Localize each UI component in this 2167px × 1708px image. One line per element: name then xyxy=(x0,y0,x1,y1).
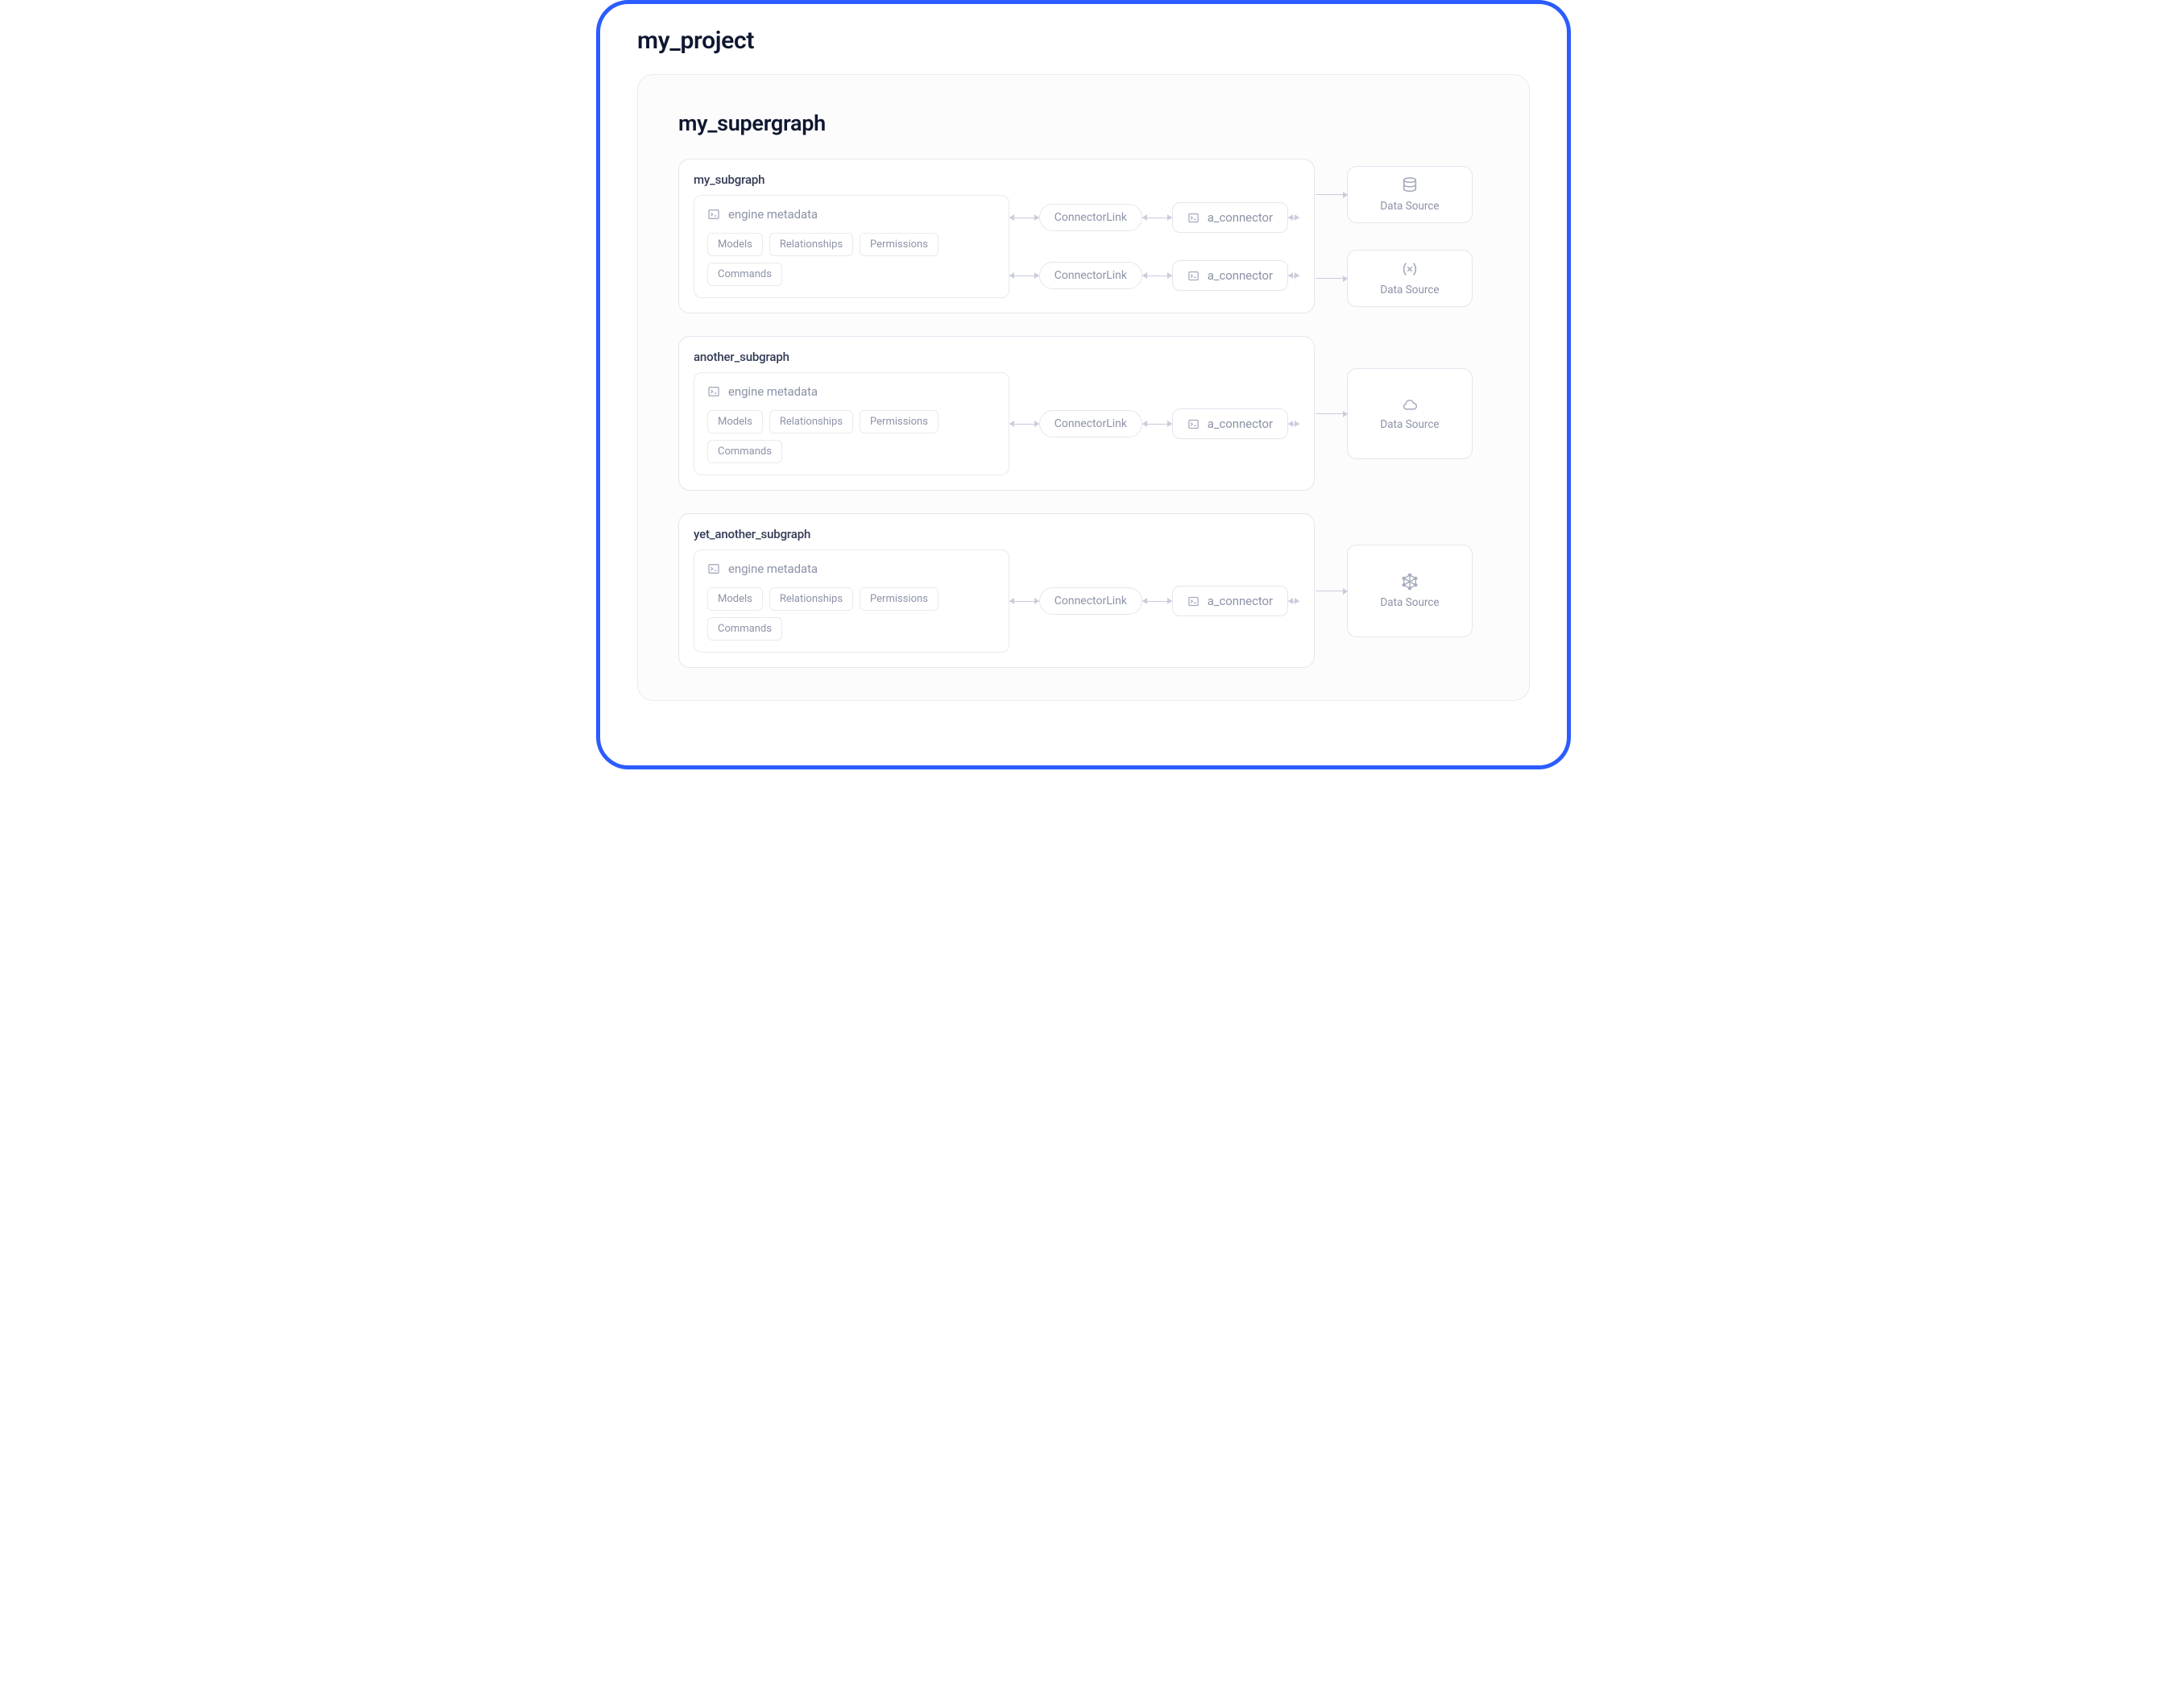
bidirectional-arrow-icon xyxy=(1009,601,1039,602)
connector-label: a_connector xyxy=(1208,594,1273,608)
chain-row: ConnectorLink a_connector xyxy=(1009,202,1299,233)
engine-label: engine metadata xyxy=(728,384,818,399)
subgraph-card: another_subgraph engine metadata Models … xyxy=(678,336,1315,491)
connector-box: a_connector xyxy=(1172,586,1288,616)
subgraph-name: another_subgraph xyxy=(694,350,1299,364)
engine-tags: Models Relationships Permissions Command… xyxy=(707,233,996,286)
terminal-icon xyxy=(1187,595,1200,607)
datasource-label: Data Source xyxy=(1380,418,1439,431)
datasource-card: Data Source xyxy=(1347,545,1473,637)
connector-box: a_connector xyxy=(1172,202,1288,233)
connector-label: a_connector xyxy=(1208,417,1273,431)
variable-icon xyxy=(1401,260,1419,278)
tag-relationships: Relationships xyxy=(769,233,853,256)
engine-header: engine metadata xyxy=(707,207,996,222)
supergraph-panel: my_supergraph my_subgraph engine metadat… xyxy=(637,74,1530,701)
tag-models: Models xyxy=(707,233,763,256)
chain-column: ConnectorLink a_connector xyxy=(1009,372,1299,475)
tag-models: Models xyxy=(707,410,763,433)
cloud-icon xyxy=(1400,396,1419,412)
bidirectional-arrow-icon xyxy=(1288,601,1299,602)
subgraph-row: my_subgraph engine metadata Models Relat… xyxy=(678,159,1489,313)
arrow-right-icon xyxy=(1316,194,1348,195)
subgraph-name: my_subgraph xyxy=(694,172,1299,187)
engine-label: engine metadata xyxy=(728,562,818,576)
project-title: my_project xyxy=(637,27,1530,55)
tag-relationships: Relationships xyxy=(769,587,853,611)
subgraph-row: yet_another_subgraph engine metadata Mod… xyxy=(678,513,1489,668)
arrow-right-icon xyxy=(1316,278,1348,279)
tag-relationships: Relationships xyxy=(769,410,853,433)
tag-commands: Commands xyxy=(707,263,782,286)
connector-box: a_connector xyxy=(1172,260,1288,291)
tag-permissions: Permissions xyxy=(860,233,938,256)
engine-tags: Models Relationships Permissions Command… xyxy=(707,410,996,463)
datasource-column: Data Source xyxy=(1347,336,1473,491)
terminal-icon xyxy=(1187,212,1200,224)
database-icon xyxy=(1401,176,1419,194)
datasource-column: Data Source xyxy=(1347,513,1473,668)
bidirectional-arrow-icon xyxy=(1009,424,1039,425)
datasource-column: Data Source Data Source xyxy=(1347,159,1473,313)
engine-header: engine metadata xyxy=(707,562,996,576)
datasource-card: Data Source xyxy=(1347,166,1473,223)
supergraph-title: my_supergraph xyxy=(678,110,1489,136)
bidirectional-arrow-icon xyxy=(1142,424,1172,425)
connector-link-pill: ConnectorLink xyxy=(1039,204,1142,231)
tag-models: Models xyxy=(707,587,763,611)
engine-label: engine metadata xyxy=(728,207,818,222)
connector-link-pill: ConnectorLink xyxy=(1039,587,1142,615)
terminal-icon xyxy=(1187,270,1200,282)
tag-commands: Commands xyxy=(707,617,782,640)
terminal-icon xyxy=(707,208,720,221)
chain-column: ConnectorLink a_connector xyxy=(1009,549,1299,653)
engine-metadata-card: engine metadata Models Relationships Per… xyxy=(694,372,1009,475)
connector-label: a_connector xyxy=(1208,210,1273,225)
subgraph-body: engine metadata Models Relationships Per… xyxy=(694,549,1299,653)
engine-tags: Models Relationships Permissions Command… xyxy=(707,587,996,640)
chain-column: ConnectorLink a_connector xyxy=(1009,195,1299,298)
subgraph-body: engine metadata Models Relationships Per… xyxy=(694,372,1299,475)
connector-box: a_connector xyxy=(1172,408,1288,439)
graphql-icon xyxy=(1401,573,1419,591)
datasource-card: Data Source xyxy=(1347,368,1473,459)
engine-metadata-card: engine metadata Models Relationships Per… xyxy=(694,195,1009,298)
tag-permissions: Permissions xyxy=(860,587,938,611)
arrow-right-icon xyxy=(1316,413,1348,414)
subgraph-body: engine metadata Models Relationships Per… xyxy=(694,195,1299,298)
terminal-icon xyxy=(707,562,720,575)
subgraph-name: yet_another_subgraph xyxy=(694,527,1299,541)
project-frame: my_project my_supergraph my_subgraph eng… xyxy=(596,0,1571,769)
bidirectional-arrow-icon xyxy=(1288,424,1299,425)
terminal-icon xyxy=(1187,418,1200,430)
subgraph-row: another_subgraph engine metadata Models … xyxy=(678,336,1489,491)
connector-link-pill: ConnectorLink xyxy=(1039,262,1142,289)
connector-label: a_connector xyxy=(1208,268,1273,283)
engine-header: engine metadata xyxy=(707,384,996,399)
subgraph-card: my_subgraph engine metadata Models Relat… xyxy=(678,159,1315,313)
bidirectional-arrow-icon xyxy=(1142,601,1172,602)
chain-row: ConnectorLink a_connector xyxy=(1009,586,1299,616)
datasource-label: Data Source xyxy=(1380,200,1439,213)
tag-commands: Commands xyxy=(707,440,782,463)
chain-row: ConnectorLink a_connector xyxy=(1009,260,1299,291)
terminal-icon xyxy=(707,385,720,398)
datasource-label: Data Source xyxy=(1380,284,1439,296)
connector-link-pill: ConnectorLink xyxy=(1039,410,1142,437)
datasource-label: Data Source xyxy=(1380,596,1439,609)
subgraph-card: yet_another_subgraph engine metadata Mod… xyxy=(678,513,1315,668)
datasource-card: Data Source xyxy=(1347,250,1473,307)
chain-row: ConnectorLink a_connector xyxy=(1009,408,1299,439)
tag-permissions: Permissions xyxy=(860,410,938,433)
engine-metadata-card: engine metadata Models Relationships Per… xyxy=(694,549,1009,653)
